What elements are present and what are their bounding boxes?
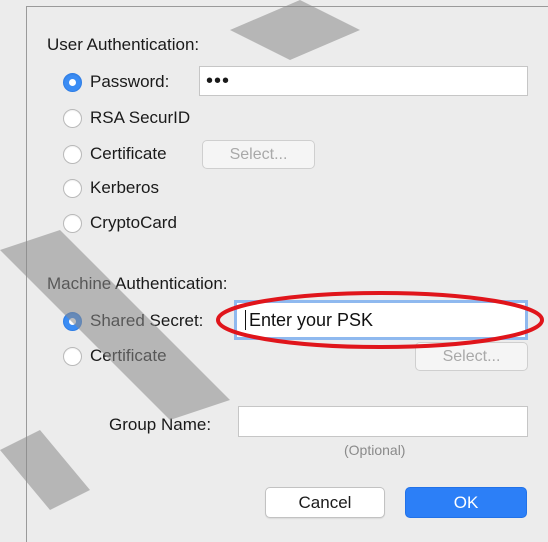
radio-button[interactable]: [63, 144, 82, 164]
radio-label: CryptoCard: [90, 213, 177, 232]
group-name-hint: (Optional): [344, 442, 406, 458]
group-name-label: Group Name:: [109, 415, 212, 434]
group-name-field[interactable]: [238, 406, 528, 437]
radio-password[interactable]: Password:: [63, 69, 169, 95]
radio-button[interactable]: [63, 311, 82, 331]
text-cursor: [245, 310, 246, 330]
radio-label: Kerberos: [90, 178, 159, 197]
password-value: •••: [206, 69, 231, 92]
machine-certificate-select-button[interactable]: Select...: [415, 342, 528, 371]
radio-rsa-securid[interactable]: RSA SecurID: [63, 105, 190, 131]
radio-button[interactable]: [63, 178, 82, 198]
machine-auth-title: Machine Authentication:: [47, 274, 228, 293]
radio-label: Shared Secret:: [90, 311, 204, 330]
radio-button[interactable]: [63, 213, 82, 233]
radio-button[interactable]: [63, 346, 82, 366]
radio-button[interactable]: [63, 108, 82, 128]
radio-label: Certificate: [90, 346, 167, 365]
vpn-auth-dialog: User Authentication: Password: ••• RSA S…: [26, 6, 548, 542]
cancel-button[interactable]: Cancel: [265, 487, 385, 518]
certificate-select-button[interactable]: Select...: [202, 140, 315, 169]
radio-label: Password:: [90, 72, 170, 91]
shared-secret-value: Enter your PSK: [249, 309, 374, 330]
radio-kerberos[interactable]: Kerberos: [63, 175, 159, 201]
password-field[interactable]: •••: [199, 66, 528, 96]
radio-label: Certificate: [90, 144, 167, 163]
radio-shared-secret[interactable]: Shared Secret:: [63, 308, 203, 334]
radio-machine-certificate[interactable]: Certificate: [63, 343, 167, 369]
shared-secret-field[interactable]: Enter your PSK: [234, 300, 528, 340]
radio-button[interactable]: [63, 72, 82, 92]
radio-cryptocard[interactable]: CryptoCard: [63, 210, 177, 236]
radio-certificate[interactable]: Certificate: [63, 141, 167, 167]
user-auth-title: User Authentication:: [47, 35, 200, 54]
radio-label: RSA SecurID: [90, 108, 191, 127]
ok-button[interactable]: OK: [405, 487, 527, 518]
